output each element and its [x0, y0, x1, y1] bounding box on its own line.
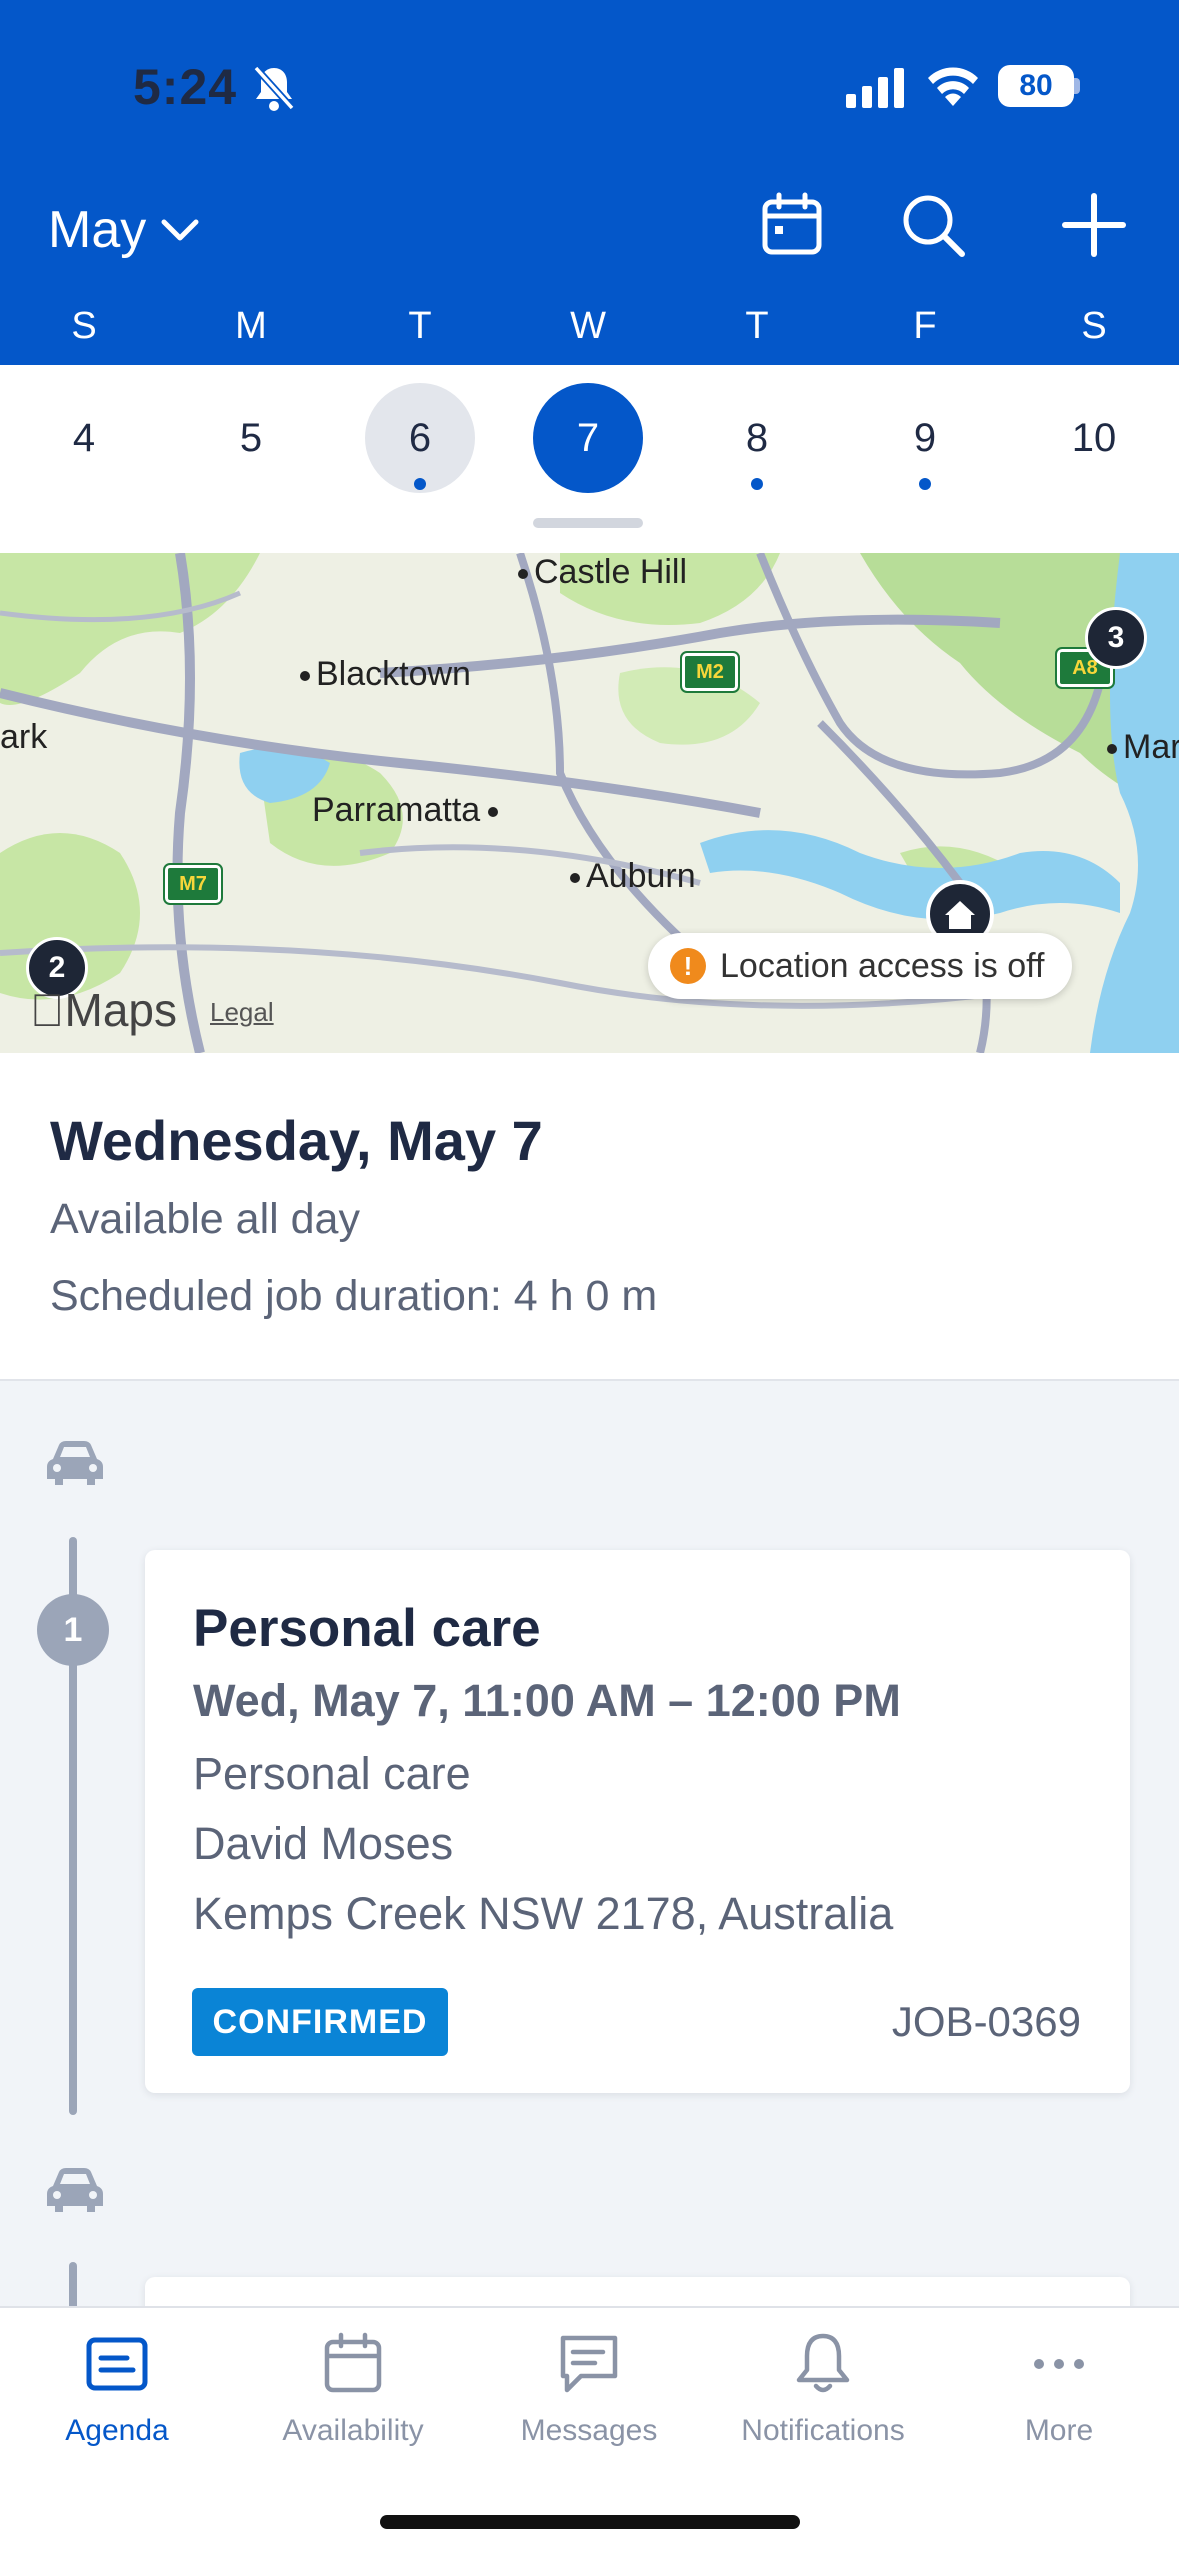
location-notice-text: Location access is off [720, 946, 1045, 985]
map-cluster-marker[interactable]: 3 [1085, 607, 1147, 669]
car-icon [47, 1441, 103, 1485]
calendar-icon [324, 2332, 382, 2393]
map-label-mar: Mar [1107, 728, 1179, 767]
weekday-label: T [745, 305, 769, 347]
day-cell-today[interactable]: 6 [365, 383, 475, 493]
job-indicator-dot [751, 478, 763, 490]
home-indicator [380, 2515, 800, 2529]
tab-label: Notifications [741, 2414, 905, 2447]
apple-maps-logo: Maps [30, 984, 177, 1036]
job-indicator-dot [919, 478, 931, 490]
map-label-ark: ark [0, 718, 48, 756]
battery-nub [1074, 78, 1080, 94]
map-label-auburn: Auburn [570, 857, 696, 896]
more-icon [1034, 2359, 1084, 2369]
day-cell[interactable]: 4 [29, 383, 139, 493]
search-icon[interactable] [898, 190, 968, 260]
job-id: JOB-0369 [891, 1998, 1081, 2045]
weekday-label: S [71, 305, 97, 347]
tab-more[interactable]: More [944, 2320, 1174, 2470]
message-icon [560, 2335, 618, 2393]
bell-icon [796, 2333, 850, 2393]
tab-label: Messages [520, 2414, 658, 2447]
job-address: Kemps Creek NSW 2178, Australia [193, 1888, 894, 1939]
tab-label: Availability [282, 2414, 424, 2447]
tab-label: More [1024, 2414, 1094, 2447]
car-icon [47, 2168, 103, 2212]
map-label-blacktown: Blacktown [300, 655, 471, 694]
day-cell[interactable]: 8 [702, 383, 812, 493]
availability-text: Available all day [50, 1195, 360, 1243]
warning-icon: ! [670, 948, 706, 984]
tab-label: Agenda [65, 2414, 169, 2447]
chevron-down-icon [161, 219, 199, 241]
weekday-label: S [1081, 305, 1107, 347]
status-time: 5:24 [133, 59, 238, 115]
weekday-label: W [570, 305, 606, 347]
job-client: David Moses [193, 1818, 454, 1869]
job-service: Personal care [193, 1748, 471, 1799]
weekday-label: T [408, 305, 432, 347]
job-duration-text: Scheduled job duration: 4 h 0 m [50, 1272, 658, 1320]
calendar-icon[interactable] [757, 190, 827, 260]
job-title: Personal care [193, 1599, 541, 1658]
location-access-notice[interactable]: ! Location access is off [648, 933, 1073, 999]
battery-indicator: 80 [998, 65, 1074, 107]
day-cell-selected[interactable]: 7 [533, 383, 643, 493]
wifi-icon [928, 67, 978, 106]
road-shield-m2: M2 [680, 651, 740, 693]
status-badge: CONFIRMED [192, 1988, 448, 2056]
month-label: May [48, 201, 147, 259]
weekday-label: F [913, 305, 937, 347]
map-label-parramatta: Parramatta [312, 791, 504, 830]
drag-handle[interactable] [533, 518, 643, 528]
add-icon[interactable] [1059, 190, 1129, 260]
map-view[interactable]: Castle Hill Blacktown Parramatta Auburn … [0, 553, 1179, 1053]
day-cell[interactable]: 9 [870, 383, 980, 493]
tab-notifications[interactable]: Notifications [708, 2320, 938, 2470]
job-order-badge: 1 [37, 1594, 109, 1666]
weekday-label: M [235, 305, 267, 347]
bell-off-icon [253, 65, 295, 111]
day-cell[interactable]: 5 [196, 383, 306, 493]
map-legal-link[interactable]: Legal [210, 997, 274, 1028]
cell-signal-icon [846, 68, 904, 108]
selected-date-title: Wednesday, May 7 [50, 1109, 543, 1172]
day-cell[interactable]: 10 [1039, 383, 1149, 493]
road-shield-m7: M7 [163, 863, 223, 905]
map-label-castle-hill: Castle Hill [518, 553, 687, 592]
job-time: Wed, May 7, 11:00 AM – 12:00 PM [193, 1675, 901, 1726]
job-indicator-dot [414, 478, 426, 490]
month-selector-button[interactable]: May [48, 195, 200, 265]
tab-agenda[interactable]: Agenda [2, 2320, 232, 2470]
tab-messages[interactable]: Messages [474, 2320, 704, 2470]
agenda-icon [86, 2337, 148, 2391]
tab-availability[interactable]: Availability [238, 2320, 468, 2470]
